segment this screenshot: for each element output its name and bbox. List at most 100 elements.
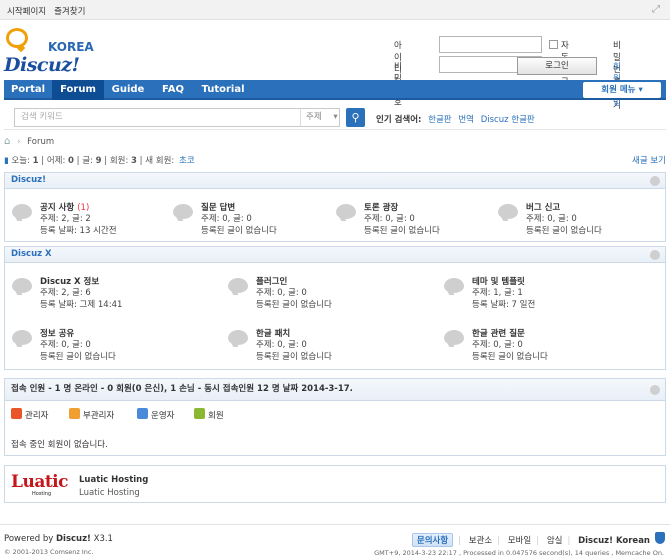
forum-last-post: 등록 날짜: 7 일전 (472, 300, 536, 310)
search-button[interactable]: ⚲ (346, 108, 365, 127)
online-header[interactable]: 접속 인원 - 1 명 온라인 - 0 회원(0 은신), 1 손님 - 동시 … (5, 379, 665, 401)
archive-link[interactable]: 보관소 (469, 536, 492, 546)
hot-keyword[interactable]: 한글판 (428, 115, 451, 125)
forum-last-post: 등록 날짜: 13 시간전 (40, 226, 117, 236)
forum-bubble-icon (336, 204, 356, 219)
forum-last-post: 등록 날짜: 그제 14:41 (40, 300, 123, 310)
caret-down-icon: ▾ (638, 85, 643, 95)
expand-icon[interactable]: ⤢ (652, 4, 663, 15)
forum-counts: 주제: 2, 글: 6 (40, 288, 91, 298)
forum-counts: 주제: 0, 글: 0 (40, 340, 91, 350)
discuz-korean-link[interactable]: Discuz! Korean (578, 536, 650, 546)
yesterday-count: 0 (68, 156, 74, 166)
auto-login-checkbox[interactable] (549, 40, 558, 49)
top-links: 시작페이지 즐겨찾기 (7, 5, 93, 17)
forum-counts: 주제: 0, 글: 0 (256, 340, 307, 350)
hot-keywords-label: 인기 검색어: (376, 115, 422, 125)
admin-user-icon (11, 408, 22, 419)
header: KOREA Discuz! 아이디 ▾ 자동 로그인 비밀번호 찾기 비밀번호 … (0, 20, 670, 111)
subadmin-user-icon (69, 408, 80, 419)
forum-counts: 주제: 0, 글: 0 (256, 288, 307, 298)
forum-last-post: 등록된 글이 없습니다 (364, 226, 440, 236)
moderator-user-icon (137, 408, 148, 419)
no-online-members: 접속 중인 회원이 없습니다. (11, 440, 108, 450)
breadcrumb: ⌂ › Forum (4, 136, 666, 150)
members-count: 3 (131, 156, 137, 166)
darkroom-link[interactable]: 암실 (547, 536, 563, 546)
forum-last-post: 등록된 글이 없습니다 (256, 300, 332, 310)
forum-bubble-icon (444, 330, 464, 345)
search-bar: 검색 키워드 주제 ▾ ⚲ 인기 검색어: 한글판 번역 Discuz 한글판 (4, 104, 666, 130)
home-icon[interactable]: ⌂ (4, 136, 10, 147)
search-icon: ⚲ (351, 111, 360, 124)
nav-portal[interactable]: Portal (4, 80, 52, 100)
logo-discuz: Discuz! (4, 54, 80, 76)
forum-last-post: 등록된 글이 없습니다 (256, 352, 332, 362)
forum-bubble-icon (173, 204, 193, 219)
collapse-icon[interactable] (650, 250, 660, 260)
site-logo[interactable]: KOREA Discuz! (4, 27, 104, 76)
category-discuz-x: Discuz X Discuz X 정보 주제: 2, 글: 6 등록 날짜: … (4, 246, 666, 370)
copyright: © 2001-2013 Comsenz Inc. (4, 548, 94, 556)
forum-counts: 주제: 0, 글: 0 (526, 214, 577, 224)
forum-last-post: 등록된 글이 없습니다 (472, 352, 548, 362)
member-menu-button[interactable]: 회원 메뉴 ▾ (583, 82, 661, 98)
footer: Powered by Discuz! X3.1 © 2001-2013 Coms… (0, 524, 670, 557)
partner-name[interactable]: Luatic Hosting (79, 475, 148, 485)
hot-keywords: 인기 검색어: 한글판 번역 Discuz 한글판 (376, 113, 539, 125)
nav-guide[interactable]: Guide (104, 80, 152, 100)
online-members: 접속 인원 - 1 명 온라인 - 0 회원(0 은신), 1 손님 - 동시 … (4, 378, 666, 456)
breadcrumb-forum[interactable]: Forum (27, 137, 54, 147)
powered-by: Powered by Discuz! X3.1 (4, 534, 113, 544)
forum-last-post: 등록된 글이 없습니다 (201, 226, 277, 236)
forum-bubble-icon (498, 204, 518, 219)
search-type-select[interactable]: 주제 ▾ (300, 108, 340, 127)
luatic-logo[interactable]: Luatic Hosting (11, 472, 73, 498)
category-discuz: Discuz! 공지 사항 (1) 주제: 2, 글: 2 등록 날짜: 13 … (4, 172, 666, 242)
forum-counts: 주제: 0, 글: 0 (364, 214, 415, 224)
top-bar: 시작페이지 즐겨찾기 ⤢ (0, 0, 670, 20)
shield-icon[interactable] (655, 532, 665, 544)
forum-counts: 주제: 0, 글: 0 (201, 214, 252, 224)
logo-korea: KOREA (48, 40, 94, 54)
today-count: 1 (32, 156, 39, 166)
forum-last-post: 등록된 글이 없습니다 (526, 226, 602, 236)
forum-counts: 주제: 0, 글: 0 (472, 340, 523, 350)
nav-tutorial[interactable]: Tutorial (194, 80, 252, 100)
id-input[interactable] (439, 36, 542, 53)
favorites-link[interactable]: 즐겨찾기 (54, 7, 85, 17)
forum-bubble-icon (228, 330, 248, 345)
search-input[interactable]: 검색 키워드 (14, 108, 301, 127)
collapse-icon[interactable] (650, 385, 660, 395)
forum-bubble-icon (12, 204, 32, 219)
forum-bubble-icon (444, 278, 464, 293)
forum-bubble-icon (228, 278, 248, 293)
forum-counts: 주제: 2, 글: 2 (40, 214, 91, 224)
partner-desc: Luatic Hosting (79, 488, 140, 498)
mobile-link[interactable]: 모바일 (508, 536, 531, 546)
collapse-icon[interactable] (650, 176, 660, 186)
stats-icon: ▮ (4, 156, 9, 166)
new-member-link[interactable]: 초코 (179, 154, 195, 166)
partner-link[interactable]: Luatic Hosting Luatic Hosting Luatic Hos… (4, 465, 666, 503)
forum-bubble-icon (12, 278, 32, 293)
hot-keyword[interactable]: Discuz 한글판 (481, 115, 535, 125)
start-page-link[interactable]: 시작페이지 (7, 7, 46, 17)
category-header[interactable]: Discuz X (5, 247, 665, 263)
chevron-down-icon: ▾ (333, 112, 338, 122)
hot-keyword[interactable]: 번역 (458, 115, 474, 125)
forum-bubble-icon (12, 330, 32, 345)
nav-forum[interactable]: Forum (52, 80, 104, 100)
nav-faq[interactable]: FAQ (152, 80, 194, 100)
login-button[interactable]: 로그인 (517, 57, 597, 75)
chevron-right-icon: › (17, 137, 21, 147)
contact-button[interactable]: 문의사항 (411, 533, 454, 547)
logo-bubble-icon (6, 28, 28, 48)
category-header[interactable]: Discuz! (5, 173, 665, 189)
posts-count: 9 (95, 156, 102, 166)
new-posts-link[interactable]: 새글 보기 (632, 154, 666, 166)
forum-last-post: 등록된 글이 없습니다 (40, 352, 116, 362)
discuz-link[interactable]: Discuz! (56, 534, 91, 544)
member-user-icon (194, 408, 205, 419)
forum-counts: 주제: 1, 글: 1 (472, 288, 523, 298)
